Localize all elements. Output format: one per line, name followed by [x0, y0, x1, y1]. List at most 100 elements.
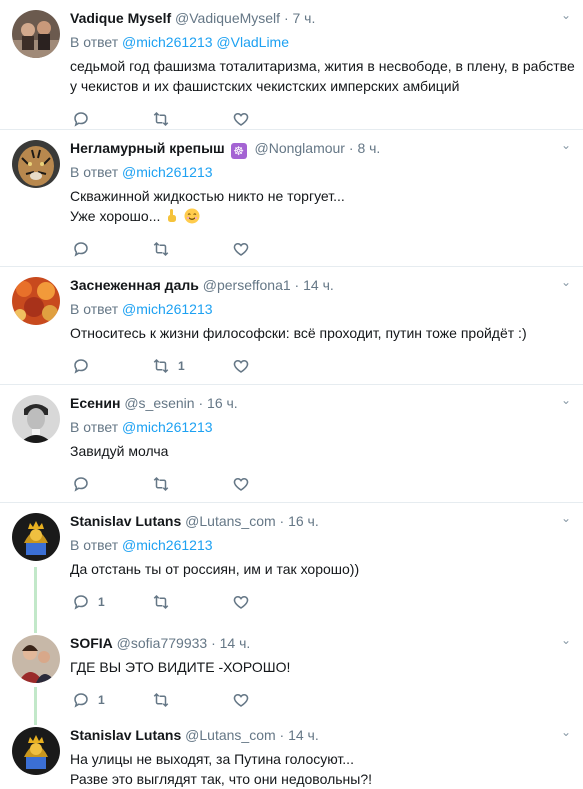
retweet-button[interactable] [152, 475, 178, 493]
mention-link[interactable]: @mich261213 [122, 537, 213, 553]
retweet-button[interactable] [152, 593, 178, 611]
tweet-header: Есенин @s_esenin · 16 ч. [70, 395, 238, 411]
tweet-text: Относитесь к жизни философски: всё прохо… [70, 325, 527, 341]
tweet-text: ГДЕ ВЫ ЭТО ВИДИТЕ -ХОРОШО! [70, 659, 291, 675]
reply-context: В ответ @mich261213 [70, 164, 213, 180]
tweet-feed: Vadique Myself @VadiqueMyself · 7 ч. ⌄ В… [0, 0, 583, 787]
author-handle[interactable]: @s_esenin [124, 395, 194, 411]
tweet-time[interactable]: 8 ч. [357, 140, 380, 156]
chevron-down-icon[interactable]: ⌄ [561, 393, 571, 407]
tweet-actions: 1 [70, 685, 565, 721]
tweet[interactable]: Негламурный крепыш ☸ @Nonglamour · 8 ч. … [0, 130, 583, 267]
tweet[interactable]: Stanislav Lutans @Lutans_com · 16 ч. ⌄ В… [0, 503, 583, 625]
author-name[interactable]: Stanislav Lutans [70, 513, 181, 529]
retweet-button[interactable]: 1 [152, 357, 185, 375]
tweet-actions [70, 234, 565, 270]
like-button[interactable] [232, 240, 250, 258]
retweet-icon [153, 241, 169, 257]
author-name[interactable]: Vadique Myself [70, 10, 171, 26]
tweet[interactable]: Vadique Myself @VadiqueMyself · 7 ч. ⌄ В… [0, 0, 583, 130]
author-handle[interactable]: @Lutans_com [185, 727, 275, 743]
tweet-text: Да отстань ты от россиян, им и так хорош… [70, 561, 360, 577]
avatar[interactable] [12, 277, 60, 325]
reply-icon [74, 359, 88, 374]
smiling-face-emoji-icon [184, 208, 200, 224]
tweet-text: Завидуй молча [70, 443, 169, 459]
reply-icon [74, 693, 88, 708]
mention-link[interactable]: @VladLime [216, 34, 289, 50]
chevron-down-icon[interactable]: ⌄ [561, 633, 571, 647]
tweet[interactable]: SOFIA @sofia779933 · 14 ч. ⌄ ГДЕ ВЫ ЭТО … [0, 625, 583, 717]
reply-icon [74, 112, 88, 127]
author-name[interactable]: Есенин [70, 395, 120, 411]
thread-connector [34, 717, 37, 725]
reply-button[interactable] [72, 357, 98, 375]
chevron-down-icon[interactable]: ⌄ [561, 138, 571, 152]
tweet[interactable]: Есенин @s_esenin · 16 ч. ⌄ В ответ @mich… [0, 385, 583, 503]
author-handle[interactable]: @Lutans_com [185, 513, 275, 529]
chevron-down-icon[interactable]: ⌄ [561, 8, 571, 22]
heart-icon [233, 242, 249, 256]
tweet[interactable]: Заснеженная даль @perseffona1 · 14 ч. ⌄ … [0, 267, 583, 385]
avatar[interactable] [12, 727, 60, 775]
tweet-header: Vadique Myself @VadiqueMyself · 7 ч. [70, 10, 316, 26]
tweet-actions: 1 [70, 351, 565, 387]
tweet-actions [70, 469, 565, 505]
like-button[interactable] [232, 691, 250, 709]
retweet-button[interactable] [152, 110, 178, 128]
avatar[interactable] [12, 10, 60, 58]
avatar[interactable] [12, 513, 60, 561]
avatar[interactable] [12, 395, 60, 443]
reply-button[interactable] [72, 240, 98, 258]
author-name[interactable]: Заснеженная даль [70, 277, 199, 293]
reply-context: В ответ @mich261213 [70, 419, 213, 435]
retweet-button[interactable] [152, 691, 178, 709]
tweet-text: На улицы не выходят, за Путина голосуют.… [70, 751, 372, 787]
pointing-up-emoji-icon [168, 209, 177, 222]
chevron-down-icon[interactable]: ⌄ [561, 725, 571, 739]
author-handle[interactable]: @VadiqueMyself [175, 10, 280, 26]
like-button[interactable] [232, 110, 250, 128]
retweet-icon [153, 692, 169, 708]
chevron-down-icon[interactable]: ⌄ [561, 275, 571, 289]
tweet-header: Негламурный крепыш ☸ @Nonglamour · 8 ч. [70, 140, 381, 159]
author-name[interactable]: Негламурный крепыш [70, 140, 225, 156]
mention-link[interactable]: @mich261213 [122, 164, 213, 180]
chevron-down-icon[interactable]: ⌄ [561, 511, 571, 525]
retweet-button[interactable] [152, 240, 178, 258]
tweet[interactable]: Stanislav Lutans @Lutans_com · 14 ч. ⌄ Н… [0, 717, 583, 787]
tweet-time[interactable]: 14 ч. [220, 635, 251, 651]
like-button[interactable] [232, 357, 250, 375]
reply-button[interactable] [72, 110, 98, 128]
mention-link[interactable]: @mich261213 [122, 301, 213, 317]
reply-button[interactable]: 1 [72, 691, 105, 709]
mention-link[interactable]: @mich261213 [122, 34, 213, 50]
reply-context: В ответ @mich261213 [70, 301, 213, 317]
reply-icon [74, 242, 88, 257]
mention-link[interactable]: @mich261213 [122, 419, 213, 435]
author-handle[interactable]: @perseffona1 [203, 277, 291, 293]
author-name[interactable]: SOFIA [70, 635, 113, 651]
tweet-time[interactable]: 16 ч. [207, 395, 238, 411]
retweet-count: 1 [178, 359, 185, 373]
author-handle[interactable]: @Nonglamour [255, 140, 345, 156]
tweet-time[interactable]: 14 ч. [303, 277, 334, 293]
avatar[interactable] [12, 140, 60, 188]
tweet-time[interactable]: 16 ч. [288, 513, 319, 529]
reply-button[interactable] [72, 475, 98, 493]
author-handle[interactable]: @sofia779933 [117, 635, 208, 651]
tweet-header: Stanislav Lutans @Lutans_com · 16 ч. [70, 513, 319, 529]
tweet-text: седьмой год фашизма тоталитаризма, жития… [70, 58, 575, 94]
tweet-header: Stanislav Lutans @Lutans_com · 14 ч. [70, 727, 319, 743]
reply-count: 1 [98, 693, 105, 707]
reply-button[interactable]: 1 [72, 593, 105, 611]
tweet-header: Заснеженная даль @perseffona1 · 14 ч. [70, 277, 334, 293]
heart-icon [233, 595, 249, 609]
tweet-time[interactable]: 14 ч. [288, 727, 319, 743]
tweet-time[interactable]: 7 ч. [293, 10, 316, 26]
like-button[interactable] [232, 593, 250, 611]
like-button[interactable] [232, 475, 250, 493]
author-name[interactable]: Stanislav Lutans [70, 727, 181, 743]
heart-icon [233, 477, 249, 491]
avatar[interactable] [12, 635, 60, 683]
